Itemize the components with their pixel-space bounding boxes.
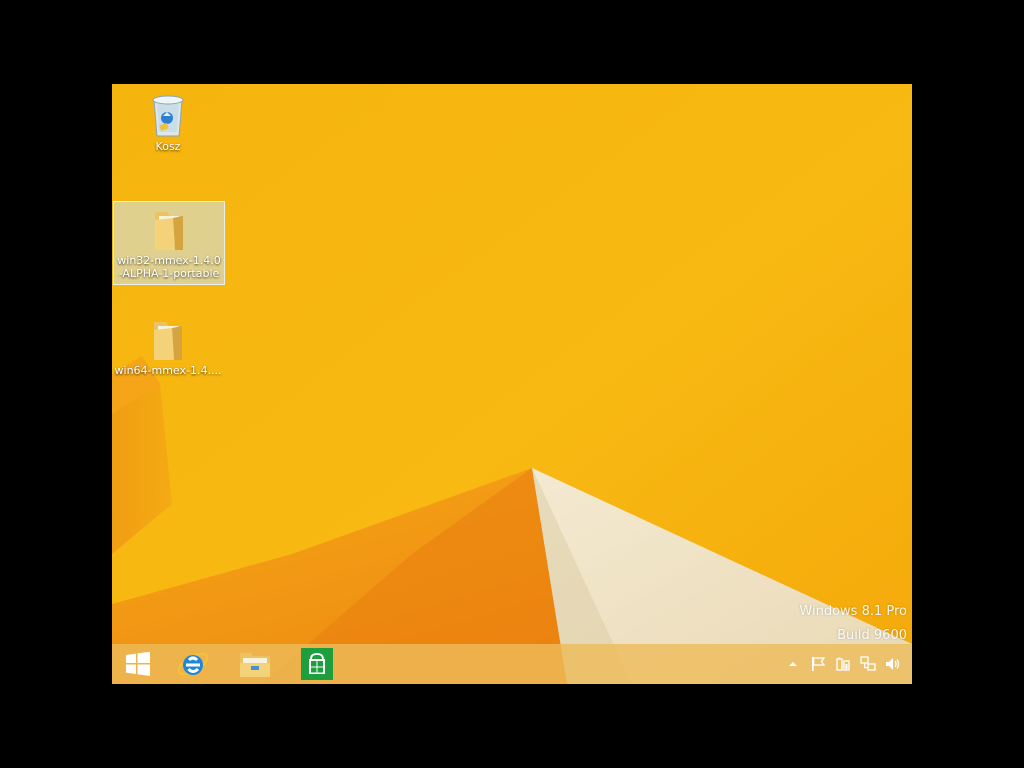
internet-explorer-icon (177, 652, 209, 676)
action-center-button[interactable] (809, 655, 827, 673)
power-icon (836, 657, 850, 671)
desktop-screen: Kosz win32-mmex-1.4.0-ALPHA-1-portable w… (112, 84, 912, 684)
action-center-flag-icon (812, 657, 826, 671)
network-icon (860, 656, 876, 671)
start-button[interactable] (112, 644, 164, 684)
folder-icon (155, 212, 183, 250)
watermark-edition: Windows 8.1 Pro (799, 604, 907, 619)
desktop-icon-label: Kosz (155, 140, 181, 153)
desktop-icon-folder-win32[interactable]: win32-mmex-1.4.0-ALPHA-1-portable (113, 201, 225, 285)
desktop-icon-label: win32-mmex-1.4.0-ALPHA-1-portable (117, 254, 221, 280)
taskbar-internet-explorer[interactable] (167, 644, 219, 684)
folder-icon (154, 322, 182, 360)
desktop-icon-recycle-bin[interactable]: Kosz (112, 88, 224, 158)
taskbar-store[interactable] (291, 644, 343, 684)
taskbar-file-explorer[interactable] (229, 644, 281, 684)
show-hidden-icons-chevron-icon (789, 662, 797, 666)
store-icon (301, 648, 333, 680)
system-tray (784, 644, 902, 684)
volume-button[interactable] (884, 655, 902, 673)
network-button[interactable] (859, 655, 877, 673)
show-hidden-icons-button[interactable] (784, 655, 802, 673)
windows-start-icon (126, 651, 150, 676)
power-button[interactable] (834, 655, 852, 673)
windows-version-watermark: Windows 8.1 Pro Build 9600 (799, 600, 907, 648)
desktop-icon-label: win64-mmex-1.4.... (114, 364, 222, 377)
taskbar (112, 644, 912, 684)
desktop-wallpaper (112, 84, 912, 684)
volume-icon (886, 658, 900, 670)
file-explorer-icon (240, 653, 270, 677)
recycle-bin-icon (152, 95, 184, 137)
desktop-icon-folder-win64[interactable]: win64-mmex-1.4.... (112, 312, 224, 384)
